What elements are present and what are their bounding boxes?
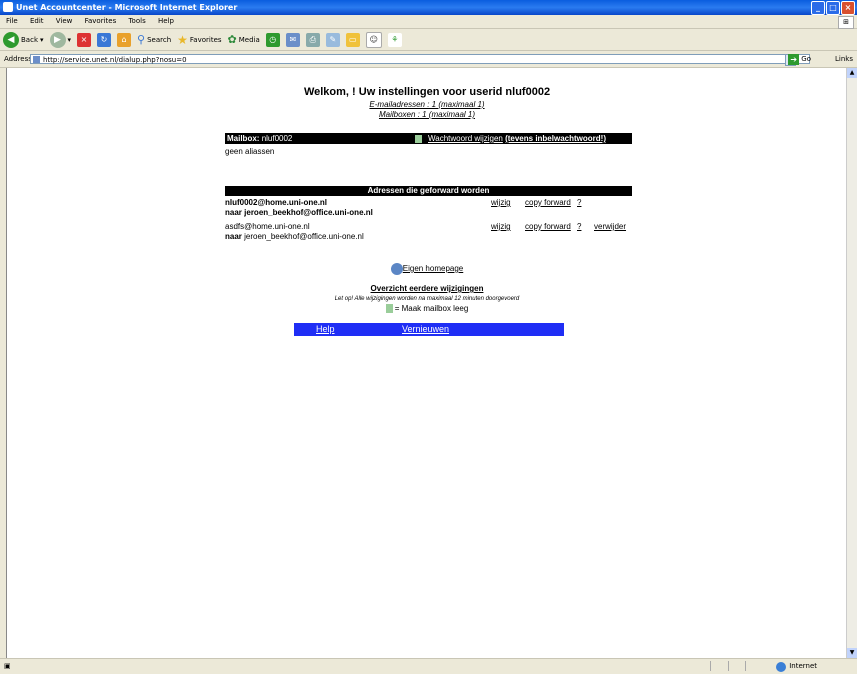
change-password-link[interactable]: Wachtwoord wijzigen xyxy=(428,134,503,143)
back-arrow-icon: ◀ xyxy=(3,31,19,48)
homepage-icon xyxy=(390,263,403,275)
mailboxes-link[interactable]: Mailboxen : 1 (maximaal 1) xyxy=(7,110,847,119)
status-page-icon: ▣ xyxy=(4,662,11,670)
forward-to-address: jeroen_beekhof@office.uni-one.nl xyxy=(244,232,364,241)
star-icon: ★ xyxy=(177,32,188,47)
minimize-button[interactable]: _ xyxy=(811,1,825,15)
notice-text: Let op! Alle wijzigingen worden na maxim… xyxy=(334,296,520,302)
page-icon xyxy=(33,56,40,63)
search-icon: ⚲ xyxy=(137,33,146,46)
research-icon[interactable]: ⚘ xyxy=(387,32,402,47)
back-button[interactable]: ◀ Back ▾ xyxy=(3,31,44,48)
home-icon[interactable]: ⌂ xyxy=(117,32,132,47)
globe-icon xyxy=(776,661,787,672)
help-link[interactable]: ? xyxy=(577,222,581,231)
legend-row: = Maak mailbox leeg xyxy=(7,304,847,314)
messenger-icon[interactable]: ☺ xyxy=(365,31,382,48)
ie-icon xyxy=(3,2,13,12)
mail-icon[interactable]: ✉ xyxy=(285,32,300,47)
email-addresses-link[interactable]: E-mailadressen : 1 (maximaal 1) xyxy=(7,100,847,109)
page-title: Welkom, ! Uw instellingen voor userid nl… xyxy=(303,86,551,98)
bottom-nav: Help Vernieuwen xyxy=(294,323,564,336)
folder-icon[interactable]: ▭ xyxy=(345,32,360,47)
refresh-nav-link[interactable]: Vernieuwen xyxy=(402,323,449,336)
address-label: Address xyxy=(4,55,32,63)
menu-view[interactable]: View xyxy=(56,17,73,25)
menu-bar: File Edit View Favorites Tools Help ⊞ xyxy=(0,15,857,29)
chevron-down-icon: ▾ xyxy=(40,35,44,44)
refresh-icon[interactable]: ↻ xyxy=(97,32,112,47)
edit-icon[interactable]: ✎ xyxy=(325,32,340,47)
empty-mailbox-icon[interactable] xyxy=(415,134,422,143)
copy-forward-link[interactable]: copy forward xyxy=(525,222,571,231)
maximize-button[interactable]: □ xyxy=(826,1,840,15)
forward-to-line: naar jeroen_beekhof@office.uni-one.nl xyxy=(225,208,373,217)
forward-from-address: asdfs@home.uni-one.nl xyxy=(225,222,310,231)
window-controls: _ □ × xyxy=(811,1,855,15)
forward-button[interactable]: ▶ ▾ xyxy=(49,31,72,48)
print-icon[interactable]: ⎙ xyxy=(305,32,320,47)
menu-edit[interactable]: Edit xyxy=(30,17,44,25)
vertical-scrollbar[interactable]: ▲ ▼ xyxy=(846,68,857,658)
help-nav-link[interactable]: Help xyxy=(316,323,335,336)
go-button[interactable]: ➔ Go xyxy=(788,54,811,65)
media-icon: ✿ xyxy=(227,33,237,46)
menu-tools[interactable]: Tools xyxy=(128,17,145,25)
toolbar: ◀ Back ▾ ▶ ▾ × ↻ ⌂ ⚲ Search ★ Favorites ✿ Medi… xyxy=(0,29,857,51)
menu-favorites[interactable]: Favorites xyxy=(85,17,117,25)
address-input[interactable]: http://service.unet.nl/dialup.php?nosu=0 xyxy=(30,54,810,64)
window-titlebar: Unet Accountcenter - Microsoft Internet … xyxy=(0,0,857,15)
address-bar: Address http://service.unet.nl/dialup.ph… xyxy=(0,52,857,68)
search-button[interactable]: ⚲ Search xyxy=(137,33,171,46)
forward-arrow-icon: ▶ xyxy=(49,31,66,48)
mailbox-id: nluf0002 xyxy=(261,134,293,143)
stop-icon[interactable]: × xyxy=(77,32,92,47)
status-divider xyxy=(728,661,729,671)
forward-from-address: nluf0002@home.uni-one.nl xyxy=(225,198,328,207)
window-title: Unet Accountcenter - Microsoft Internet … xyxy=(16,3,238,12)
favorites-button[interactable]: ★ Favorites xyxy=(177,33,221,47)
help-link[interactable]: ? xyxy=(577,198,581,207)
edit-link[interactable]: wijzig xyxy=(491,222,511,231)
links-button[interactable]: Links xyxy=(835,52,853,67)
status-bar: ▣ Internet xyxy=(0,658,857,674)
no-aliases-text: geen aliassen xyxy=(225,147,275,156)
legend-text: = Maak mailbox leeg xyxy=(394,304,469,313)
dialup-password-note: (tevens inbelwachtwoord!) xyxy=(505,134,606,143)
close-button[interactable]: × xyxy=(841,1,855,15)
scroll-up-icon[interactable]: ▲ xyxy=(847,68,857,78)
homepage-row: Eigen homepage xyxy=(7,263,847,275)
history-icon[interactable]: ◷ xyxy=(265,32,280,47)
page-content: Welkom, ! Uw instellingen voor userid nl… xyxy=(6,68,847,658)
homepage-link[interactable]: Eigen homepage xyxy=(403,264,464,273)
forward-to-address: jeroen_beekhof@office.uni-one.nl xyxy=(244,208,373,217)
history-link[interactable]: Overzicht eerdere wijzigingen xyxy=(7,284,847,293)
go-arrow-icon: ➔ xyxy=(788,54,800,65)
scroll-down-icon[interactable]: ▼ xyxy=(847,648,857,658)
copy-forward-link[interactable]: copy forward xyxy=(525,198,571,207)
menu-help[interactable]: Help xyxy=(158,17,174,25)
forward-to-line: naar jeroen_beekhof@office.uni-one.nl xyxy=(225,232,364,241)
trash-icon xyxy=(385,304,393,314)
security-zone: Internet xyxy=(776,659,817,674)
delete-link[interactable]: verwijder xyxy=(594,222,626,231)
mailbox-bar: Mailbox: nluf0002 Wachtwoord wijzigen (t… xyxy=(225,133,632,144)
chevron-down-icon: ▾ xyxy=(67,35,72,44)
status-divider xyxy=(745,661,746,671)
status-divider xyxy=(710,661,711,671)
forward-header: Adressen die geforward worden xyxy=(225,186,632,196)
windows-logo-icon: ⊞ xyxy=(838,16,854,29)
edit-link[interactable]: wijzig xyxy=(491,198,511,207)
mailbox-label: Mailbox: xyxy=(227,134,260,143)
menu-file[interactable]: File xyxy=(6,17,18,25)
media-button[interactable]: ✿ Media xyxy=(228,33,260,46)
